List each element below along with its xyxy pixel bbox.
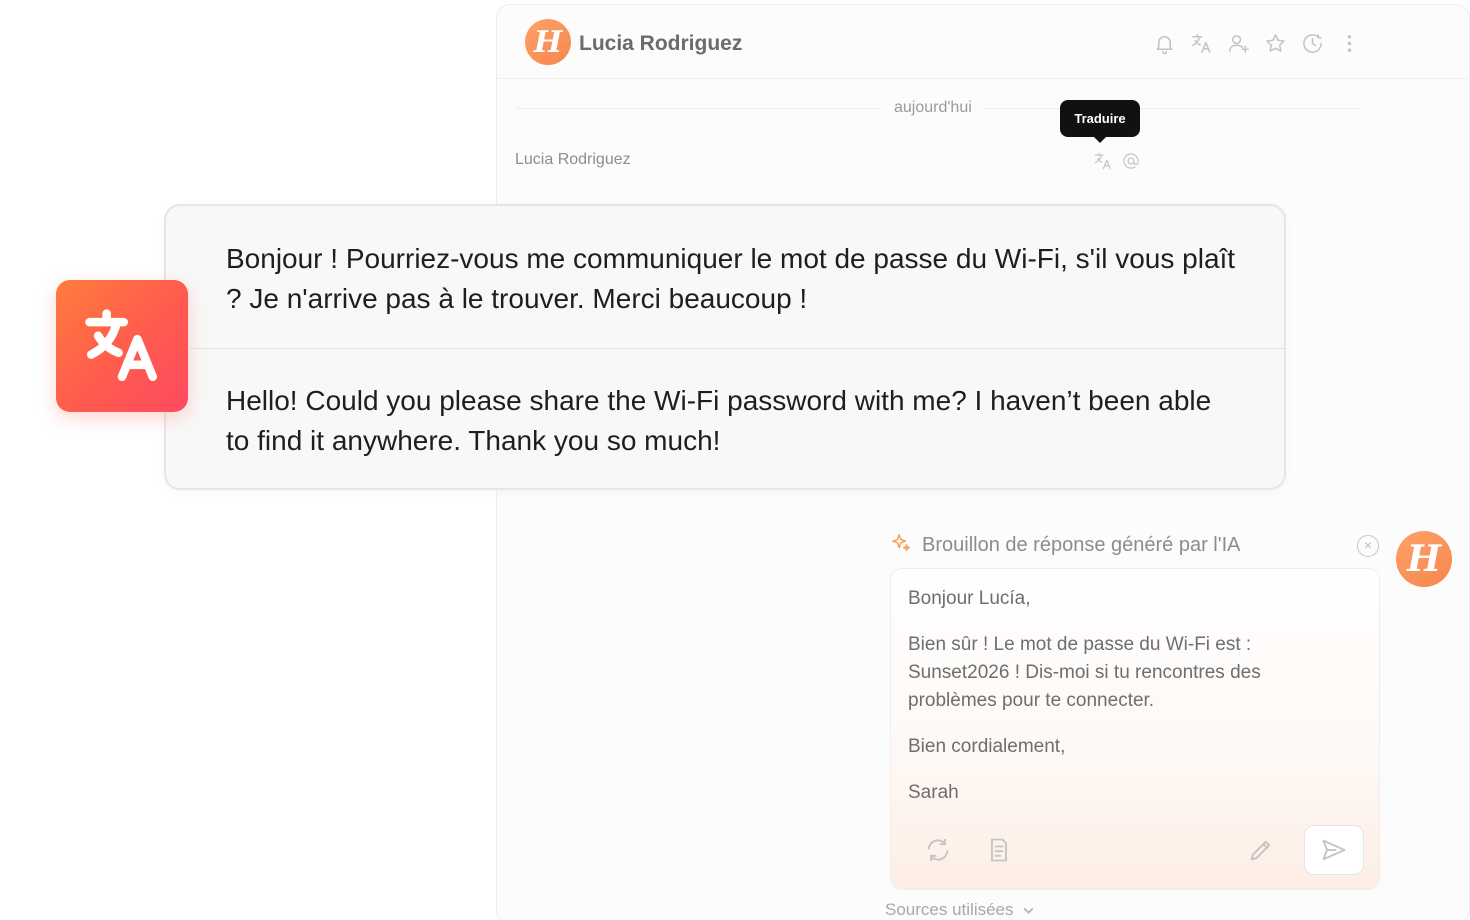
bell-icon[interactable] bbox=[1153, 32, 1176, 55]
draft-greeting: Bonjour Lucía, bbox=[908, 588, 1031, 609]
translate-icon[interactable] bbox=[1190, 32, 1213, 55]
ai-draft-title: Brouillon de réponse généré par l'IA bbox=[922, 534, 1241, 556]
draft-body: Bien sûr ! Le mot de passe du Wi-Fi est … bbox=[908, 634, 1261, 711]
header-actions bbox=[1153, 32, 1361, 55]
ai-draft-header: Brouillon de réponse généré par l'IA bbox=[890, 532, 1240, 559]
translate-icon[interactable] bbox=[1093, 151, 1113, 171]
document-icon[interactable] bbox=[985, 836, 1013, 864]
ai-draft-box[interactable]: Bonjour Lucía, Bien sûr ! Le mot de pass… bbox=[890, 568, 1380, 890]
mention-icon[interactable] bbox=[1121, 151, 1141, 171]
more-vertical-icon[interactable] bbox=[1338, 32, 1361, 55]
day-separator: aujourd'hui bbox=[882, 99, 984, 117]
clock-icon[interactable] bbox=[1301, 32, 1324, 55]
draft-closing: Bien cordialement, bbox=[908, 736, 1066, 757]
translation-divider bbox=[190, 348, 1284, 349]
edit-icon[interactable] bbox=[1247, 836, 1275, 864]
send-icon bbox=[1322, 839, 1346, 861]
contact-name: Lucia Rodriguez bbox=[579, 32, 743, 55]
assistant-avatar: H bbox=[1396, 531, 1452, 587]
translated-message: Hello! Could you please share the Wi-Fi … bbox=[226, 385, 1212, 456]
send-button[interactable] bbox=[1304, 825, 1364, 875]
original-message: Bonjour ! Pourriez-vous me communiquer l… bbox=[226, 243, 1236, 314]
add-user-icon[interactable] bbox=[1227, 32, 1250, 55]
sources-toggle[interactable]: Sources utilisées bbox=[885, 900, 1035, 920]
star-icon[interactable] bbox=[1264, 32, 1287, 55]
close-icon[interactable]: × bbox=[1357, 535, 1379, 557]
translation-card: Bonjour ! Pourriez-vous me communiquer l… bbox=[164, 204, 1286, 490]
translate-tooltip: Traduire bbox=[1060, 100, 1140, 143]
chevron-down-icon bbox=[1023, 907, 1033, 914]
contact-avatar[interactable]: H bbox=[525, 19, 571, 65]
draft-signature: Sarah bbox=[908, 782, 959, 803]
sparkle-icon bbox=[890, 532, 912, 559]
message-sender: Lucia Rodriguez bbox=[515, 151, 631, 168]
sources-label: Sources utilisées bbox=[885, 900, 1014, 919]
translate-badge bbox=[56, 280, 188, 412]
chat-header: H Lucia Rodriguez bbox=[497, 5, 1469, 79]
message-actions bbox=[1093, 151, 1141, 171]
translate-icon bbox=[85, 309, 158, 382]
draft-text[interactable]: Bonjour Lucía, Bien sûr ! Le mot de pass… bbox=[908, 585, 1348, 825]
regenerate-icon[interactable] bbox=[924, 836, 952, 864]
